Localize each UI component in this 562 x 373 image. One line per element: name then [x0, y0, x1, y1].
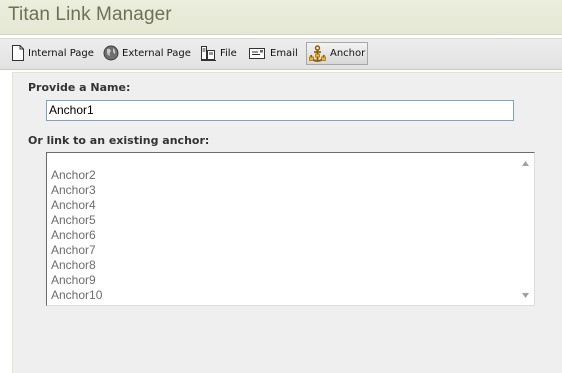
anchor-icon: [309, 44, 326, 62]
email-label: Email: [270, 47, 298, 59]
email-button[interactable]: Email: [248, 43, 298, 63]
anchor-list-item[interactable]: Anchor8: [51, 258, 102, 273]
external-page-button[interactable]: External Page: [103, 43, 191, 63]
external-page-label: External Page: [122, 47, 191, 59]
anchor-list-item[interactable]: Anchor7: [51, 243, 102, 258]
anchor-button[interactable]: Anchor: [306, 42, 369, 65]
email-icon: [249, 48, 265, 59]
scroll-down-arrow-icon[interactable]: [517, 288, 534, 303]
title-bar: Titan Link Manager: [0, 0, 562, 35]
file-icon: [201, 45, 216, 61]
list-scrollbar[interactable]: [517, 153, 534, 305]
anchor-list-item[interactable]: Anchor10: [51, 288, 102, 303]
anchor-list-item[interactable]: Anchor9: [51, 273, 102, 288]
window-title: Titan Link Manager: [8, 4, 172, 25]
anchor-list-item[interactable]: Anchor2: [51, 168, 102, 183]
scroll-up-arrow-icon[interactable]: [517, 156, 534, 171]
existing-anchor-label: Or link to an existing anchor:: [28, 134, 210, 147]
page-icon: [12, 45, 24, 61]
globe-icon: [103, 45, 119, 61]
anchor-list-item[interactable]: Anchor4: [51, 198, 102, 213]
internal-page-label: Internal Page: [28, 47, 94, 59]
anchor-list-item[interactable]: Anchor6: [51, 228, 102, 243]
link-type-toolbar: Internal Page External Page File Email A…: [0, 38, 562, 70]
internal-page-button[interactable]: Internal Page: [11, 43, 94, 63]
file-button[interactable]: File: [200, 43, 237, 63]
anchor-name-input[interactable]: Anchor1: [46, 100, 514, 121]
existing-anchor-list[interactable]: Anchor2 Anchor3 Anchor4 Anchor5 Anchor6 Ancho…: [46, 152, 535, 306]
name-label: Provide a Name:: [28, 81, 131, 94]
anchor-label: Anchor: [330, 48, 366, 59]
anchor-list-items: Anchor2 Anchor3 Anchor4 Anchor5 Anchor6 Ancho…: [51, 168, 102, 303]
anchor-list-item[interactable]: Anchor5: [51, 213, 102, 228]
file-label: File: [220, 47, 237, 59]
anchor-list-item[interactable]: Anchor3: [51, 183, 102, 198]
